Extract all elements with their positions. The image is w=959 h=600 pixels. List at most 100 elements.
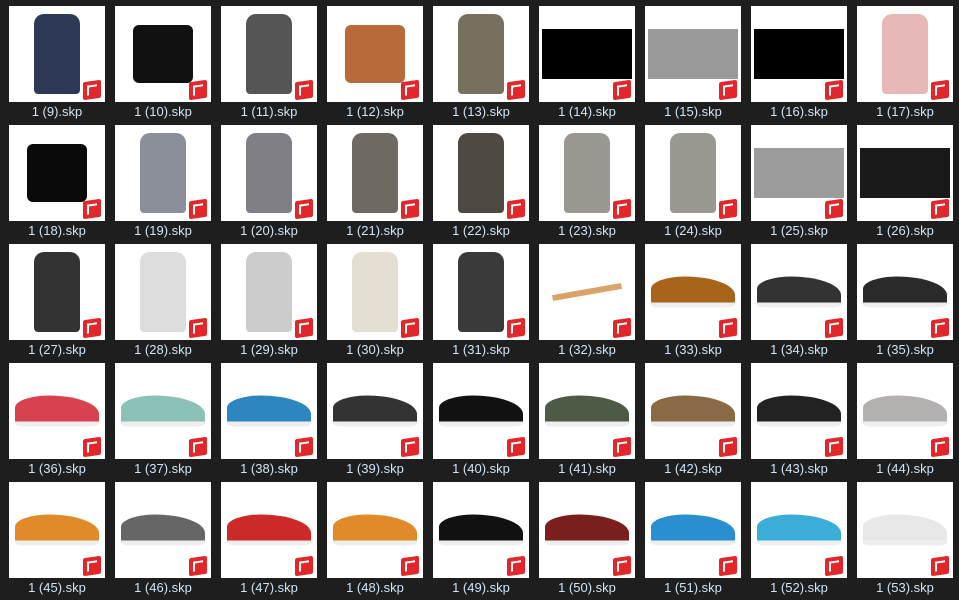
file-thumbnail[interactable] <box>751 363 847 459</box>
file-item[interactable]: 1 (25).skp <box>751 125 847 238</box>
file-thumbnail[interactable] <box>857 6 953 102</box>
file-thumbnail[interactable] <box>539 363 635 459</box>
file-name[interactable]: 1 (25).skp <box>746 222 852 239</box>
file-name[interactable]: 1 (41).skp <box>534 460 640 477</box>
file-thumbnail[interactable] <box>115 363 211 459</box>
file-name[interactable]: 1 (14).skp <box>534 103 640 120</box>
file-thumbnail[interactable] <box>115 6 211 102</box>
file-name[interactable]: 1 (47).skp <box>216 579 322 596</box>
file-name[interactable]: 1 (28).skp <box>110 341 216 358</box>
file-name[interactable]: 1 (29).skp <box>216 341 322 358</box>
file-name[interactable]: 1 (37).skp <box>110 460 216 477</box>
file-name[interactable]: 1 (11).skp <box>216 103 322 120</box>
file-name[interactable]: 1 (34).skp <box>746 341 852 358</box>
file-thumbnail[interactable] <box>645 482 741 578</box>
file-thumbnail[interactable] <box>751 244 847 340</box>
file-thumbnail[interactable] <box>327 244 423 340</box>
file-item[interactable]: 1 (31).skp <box>433 244 529 357</box>
file-thumbnail[interactable] <box>857 482 953 578</box>
file-item[interactable]: 1 (44).skp <box>857 363 953 476</box>
file-item[interactable]: 1 (42).skp <box>645 363 741 476</box>
file-item[interactable]: 1 (37).skp <box>115 363 211 476</box>
file-thumbnail[interactable] <box>645 363 741 459</box>
file-name[interactable]: 1 (33).skp <box>640 341 746 358</box>
file-name[interactable]: 1 (26).skp <box>852 222 958 239</box>
file-thumbnail[interactable] <box>645 244 741 340</box>
file-thumbnail[interactable] <box>751 125 847 221</box>
file-name[interactable]: 1 (27).skp <box>4 341 110 358</box>
file-name[interactable]: 1 (18).skp <box>4 222 110 239</box>
file-thumbnail[interactable] <box>751 6 847 102</box>
file-name[interactable]: 1 (24).skp <box>640 222 746 239</box>
file-thumbnail[interactable] <box>327 363 423 459</box>
file-name[interactable]: 1 (53).skp <box>852 579 958 596</box>
file-name[interactable]: 1 (49).skp <box>428 579 534 596</box>
file-thumbnail[interactable] <box>9 125 105 221</box>
file-item[interactable]: 1 (45).skp <box>9 482 105 595</box>
file-item[interactable]: 1 (27).skp <box>9 244 105 357</box>
file-thumbnail[interactable] <box>9 363 105 459</box>
file-name[interactable]: 1 (45).skp <box>4 579 110 596</box>
file-name[interactable]: 1 (48).skp <box>322 579 428 596</box>
file-item[interactable]: 1 (16).skp <box>751 6 847 119</box>
file-item[interactable]: 1 (53).skp <box>857 482 953 595</box>
file-item[interactable]: 1 (13).skp <box>433 6 529 119</box>
file-name[interactable]: 1 (50).skp <box>534 579 640 596</box>
file-thumbnail[interactable] <box>221 363 317 459</box>
file-thumbnail[interactable] <box>221 6 317 102</box>
file-thumbnail[interactable] <box>645 125 741 221</box>
file-thumbnail[interactable] <box>221 125 317 221</box>
file-item[interactable]: 1 (34).skp <box>751 244 847 357</box>
file-thumbnail[interactable] <box>433 244 529 340</box>
file-thumbnail[interactable] <box>751 482 847 578</box>
file-item[interactable]: 1 (33).skp <box>645 244 741 357</box>
file-item[interactable]: 1 (22).skp <box>433 125 529 238</box>
file-thumbnail[interactable] <box>433 125 529 221</box>
file-item[interactable]: 1 (17).skp <box>857 6 953 119</box>
file-thumbnail[interactable] <box>115 482 211 578</box>
file-thumbnail[interactable] <box>9 244 105 340</box>
file-item[interactable]: 1 (26).skp <box>857 125 953 238</box>
file-name[interactable]: 1 (40).skp <box>428 460 534 477</box>
file-name[interactable]: 1 (19).skp <box>110 222 216 239</box>
file-name[interactable]: 1 (17).skp <box>852 103 958 120</box>
file-thumbnail[interactable] <box>9 482 105 578</box>
file-name[interactable]: 1 (16).skp <box>746 103 852 120</box>
file-item[interactable]: 1 (23).skp <box>539 125 635 238</box>
file-name[interactable]: 1 (23).skp <box>534 222 640 239</box>
file-name[interactable]: 1 (21).skp <box>322 222 428 239</box>
file-name[interactable]: 1 (15).skp <box>640 103 746 120</box>
file-thumbnail[interactable] <box>221 244 317 340</box>
file-name[interactable]: 1 (36).skp <box>4 460 110 477</box>
file-thumbnail[interactable] <box>433 363 529 459</box>
file-item[interactable]: 1 (28).skp <box>115 244 211 357</box>
file-thumbnail[interactable] <box>539 125 635 221</box>
file-name[interactable]: 1 (52).skp <box>746 579 852 596</box>
file-thumbnail[interactable] <box>539 482 635 578</box>
file-name[interactable]: 1 (32).skp <box>534 341 640 358</box>
file-item[interactable]: 1 (49).skp <box>433 482 529 595</box>
file-thumbnail[interactable] <box>433 482 529 578</box>
file-thumbnail[interactable] <box>9 6 105 102</box>
file-name[interactable]: 1 (10).skp <box>110 103 216 120</box>
file-thumbnail[interactable] <box>327 125 423 221</box>
file-name[interactable]: 1 (38).skp <box>216 460 322 477</box>
file-item[interactable]: 1 (52).skp <box>751 482 847 595</box>
file-thumbnail[interactable] <box>115 244 211 340</box>
file-item[interactable]: 1 (36).skp <box>9 363 105 476</box>
file-thumbnail[interactable] <box>539 244 635 340</box>
file-item[interactable]: 1 (35).skp <box>857 244 953 357</box>
file-item[interactable]: 1 (39).skp <box>327 363 423 476</box>
file-thumbnail[interactable] <box>539 6 635 102</box>
file-item[interactable]: 1 (20).skp <box>221 125 317 238</box>
file-thumbnail[interactable] <box>115 125 211 221</box>
file-thumbnail[interactable] <box>221 482 317 578</box>
file-item[interactable]: 1 (14).skp <box>539 6 635 119</box>
file-name[interactable]: 1 (9).skp <box>4 103 110 120</box>
file-name[interactable]: 1 (30).skp <box>322 341 428 358</box>
file-name[interactable]: 1 (44).skp <box>852 460 958 477</box>
file-item[interactable]: 1 (18).skp <box>9 125 105 238</box>
file-name[interactable]: 1 (31).skp <box>428 341 534 358</box>
file-item[interactable]: 1 (15).skp <box>645 6 741 119</box>
file-thumbnail[interactable] <box>857 363 953 459</box>
